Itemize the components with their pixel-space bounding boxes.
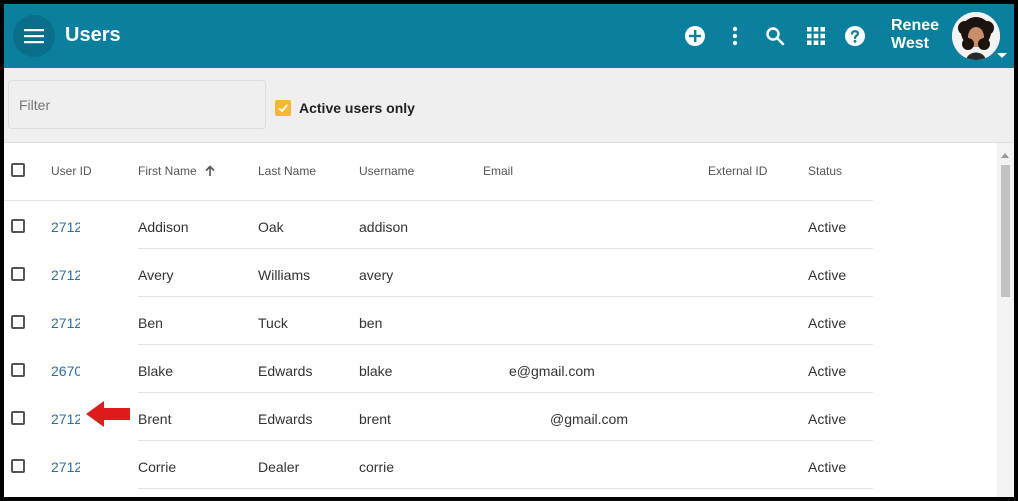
column-header-external-id[interactable]: External ID	[708, 164, 767, 178]
first-name-cell: Avery	[138, 267, 174, 283]
active-only-label[interactable]: Active users only	[299, 100, 415, 116]
active-only-checkbox[interactable]	[275, 100, 291, 116]
search-button[interactable]	[763, 24, 787, 48]
checkmark-icon	[278, 104, 288, 113]
row-divider	[138, 296, 873, 297]
app-bar: Users Renee West	[4, 4, 1014, 68]
user-id-link[interactable]: 2670	[51, 363, 80, 379]
status-cell: Active	[808, 315, 847, 331]
filter-bar: Active users only	[4, 68, 1014, 143]
user-id-link[interactable]: 2712	[51, 459, 80, 475]
row-checkbox[interactable]	[11, 219, 25, 233]
row-checkbox[interactable]	[11, 363, 25, 377]
last-name-cell: Dealer	[258, 459, 300, 475]
last-name-cell: Williams	[258, 267, 311, 283]
column-header-label: First Name	[138, 164, 197, 178]
user-id-link[interactable]: 2712	[51, 411, 80, 427]
filter-input[interactable]	[8, 80, 266, 129]
first-name-cell: Ben	[138, 315, 163, 331]
user-avatar-image	[952, 12, 1000, 60]
username-cell: blake	[359, 363, 393, 379]
column-header-user-id[interactable]: User ID	[51, 164, 92, 178]
menu-icon	[24, 29, 44, 44]
scrollbar-thumb[interactable]	[1001, 165, 1010, 297]
add-button[interactable]	[683, 24, 707, 48]
username-cell: brent	[359, 411, 391, 427]
email-cell: @gmail.com	[550, 411, 629, 427]
last-name-cell: Edwards	[258, 411, 313, 427]
user-id-link[interactable]: 2712	[51, 267, 80, 283]
first-name-cell: Blake	[138, 363, 174, 379]
email-cell: e@gmail.com	[509, 363, 595, 379]
status-cell: Active	[808, 267, 847, 283]
last-name-cell: Oak	[258, 219, 284, 235]
sort-ascending-icon	[205, 165, 215, 176]
row-checkbox[interactable]	[11, 459, 25, 473]
row-divider	[138, 440, 873, 441]
user-id-link[interactable]: 2712	[51, 315, 80, 331]
add-circle-icon	[685, 26, 705, 46]
scroll-up-icon[interactable]	[1001, 153, 1009, 158]
row-checkbox[interactable]	[11, 267, 25, 281]
menu-button[interactable]	[13, 15, 55, 57]
search-icon	[766, 27, 785, 46]
row-checkbox[interactable]	[11, 411, 25, 425]
users-table: User ID First Name Last Name Username Em…	[4, 143, 1014, 497]
more-options-button[interactable]	[723, 24, 747, 48]
user-id-link[interactable]: 2712	[51, 219, 80, 235]
status-cell: Active	[808, 459, 847, 475]
row-checkbox[interactable]	[11, 315, 25, 329]
username-cell: addison	[359, 219, 409, 235]
last-name-cell: Tuck	[258, 315, 288, 331]
username-cell: corrie	[359, 459, 395, 475]
apps-button[interactable]	[804, 24, 828, 48]
column-header-status[interactable]: Status	[808, 164, 842, 178]
row-divider	[138, 392, 873, 393]
page-title: Users	[65, 24, 121, 46]
username-cell: ben	[359, 315, 383, 331]
help-icon	[845, 26, 865, 46]
user-last-name: West	[891, 35, 929, 52]
column-header-username[interactable]: Username	[359, 164, 414, 178]
more-vert-icon	[732, 26, 738, 46]
status-cell: Active	[808, 363, 847, 379]
user-name[interactable]: Renee West	[891, 17, 939, 53]
status-cell: Active	[808, 411, 847, 427]
row-divider	[138, 344, 873, 345]
column-header-email[interactable]: Email	[483, 164, 513, 178]
select-all-checkbox[interactable]	[11, 163, 25, 177]
app-window: Users Renee West Filter Active users onl…	[4, 4, 1014, 497]
help-button[interactable]	[843, 24, 867, 48]
last-name-cell: Edwards	[258, 363, 313, 379]
first-name-cell: Addison	[138, 219, 189, 235]
red-arrow-annotation-icon	[86, 401, 130, 427]
status-cell: Active	[808, 219, 847, 235]
row-divider	[138, 248, 873, 249]
row-divider	[138, 488, 873, 489]
chevron-down-icon[interactable]	[997, 53, 1007, 58]
first-name-cell: Brent	[138, 411, 172, 427]
header-divider	[4, 200, 873, 201]
user-first-name: Renee	[891, 17, 940, 34]
avatar[interactable]	[952, 12, 1000, 60]
column-header-first-name[interactable]: First Name	[138, 164, 216, 178]
username-cell: avery	[359, 267, 394, 283]
column-header-last-name[interactable]: Last Name	[258, 164, 316, 178]
first-name-cell: Corrie	[138, 459, 177, 475]
apps-grid-icon	[807, 27, 825, 45]
